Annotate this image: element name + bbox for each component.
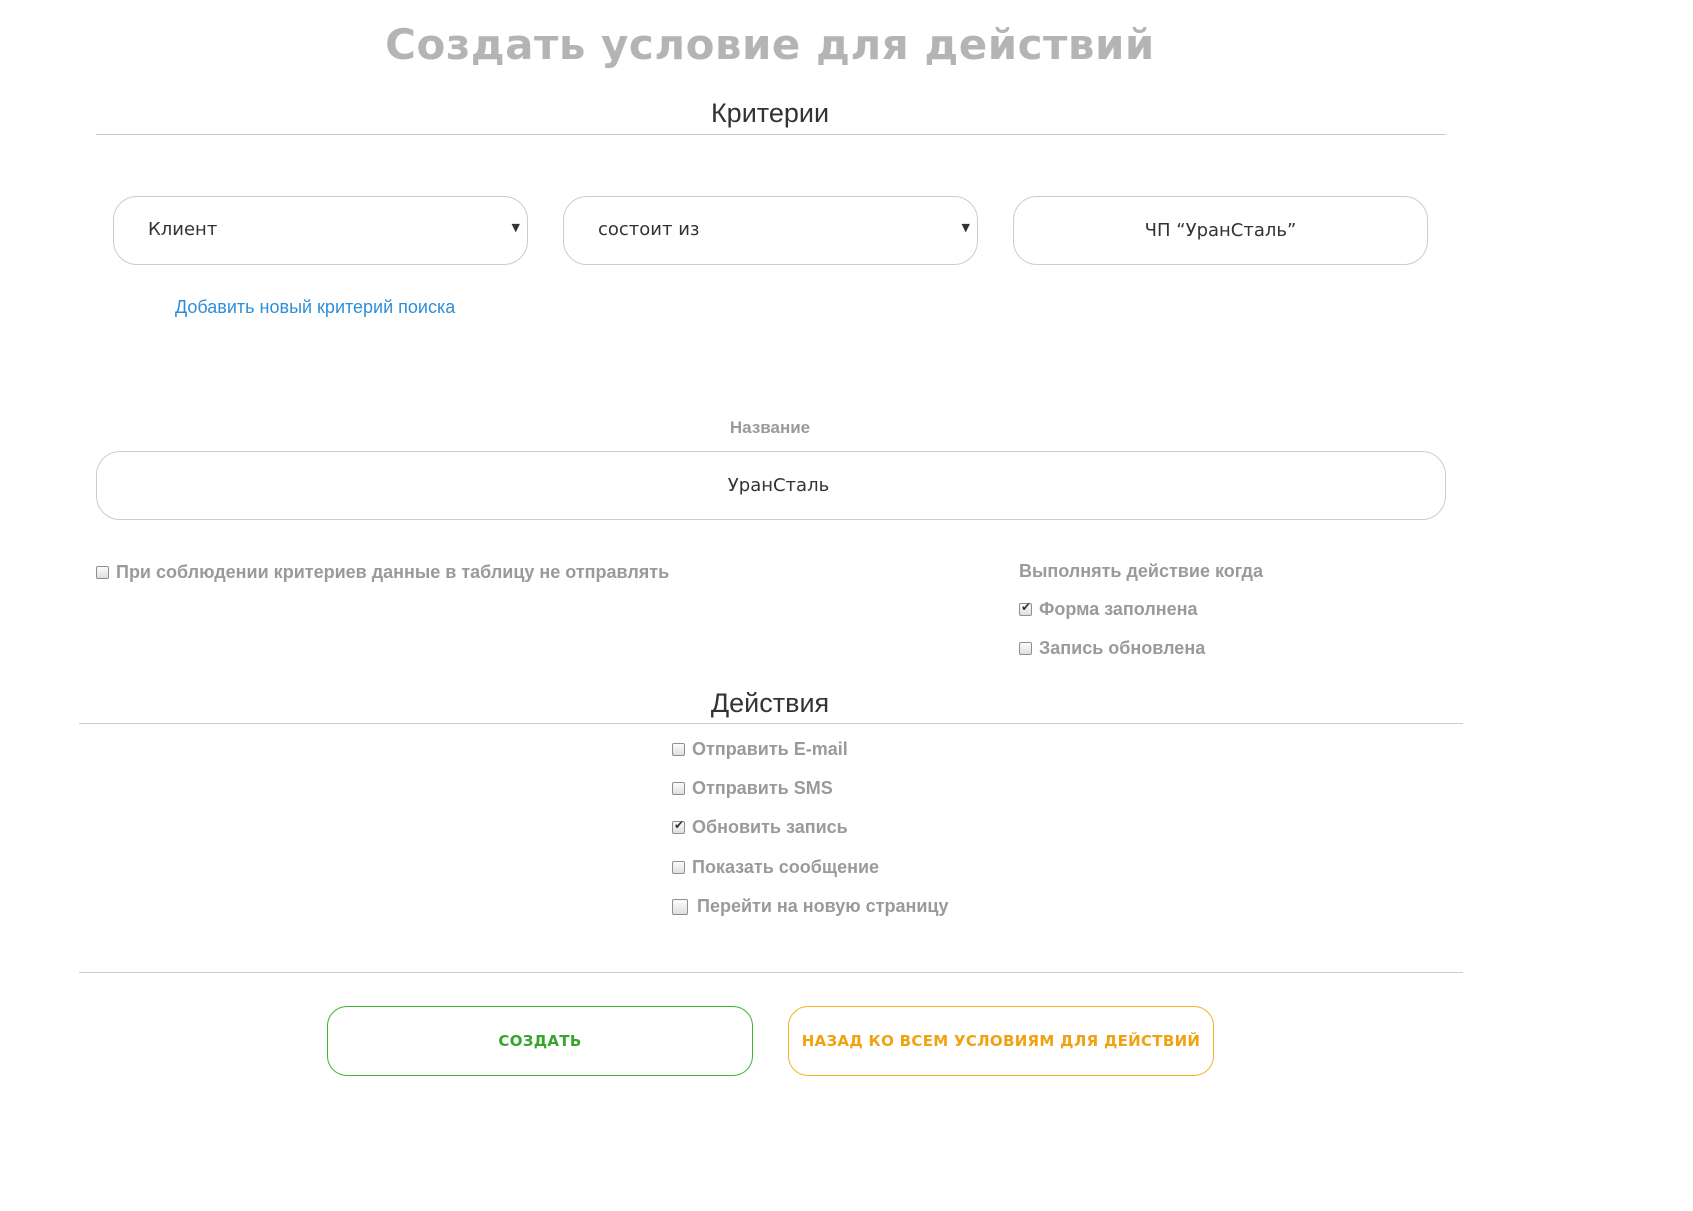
caret-down-icon: ▼	[511, 221, 520, 234]
name-field-label: Название	[729, 418, 811, 437]
send-sms-checkbox[interactable]	[672, 782, 685, 795]
add-criterion-link[interactable]: Добавить новый критерий поиска	[175, 297, 455, 318]
show-message-label: Показать сообщение	[692, 857, 880, 877]
action-show-message[interactable]: Показать сообщение	[672, 857, 879, 878]
criteria-field-select-value: Клиент	[148, 219, 218, 240]
caret-down-icon: ▼	[961, 221, 970, 234]
criteria-section-title: Критерии	[710, 98, 830, 128]
criteria-value-input[interactable]: ЧП “УранСталь”	[1013, 196, 1428, 265]
trigger-heading: Выполнять действие когда	[1019, 561, 1263, 581]
trigger-form-filled[interactable]: Форма заполнена	[1019, 599, 1198, 620]
name-input[interactable]: УранСталь	[96, 451, 1446, 520]
actions-divider	[79, 723, 1463, 724]
action-send-sms[interactable]: Отправить SMS	[672, 778, 833, 799]
page-title: Создать условие для действий	[385, 20, 1155, 69]
go-to-page-label: Перейти на новую страницу	[697, 896, 949, 916]
back-to-conditions-button[interactable]: НАЗАД КО ВСЕМ УСЛОВИЯМ ДЛЯ ДЕЙСТВИЙ	[788, 1006, 1214, 1076]
create-button[interactable]: СОЗДАТЬ	[327, 1006, 753, 1076]
criteria-operator-select-value: состоит из	[598, 219, 700, 240]
no-send-option[interactable]: При соблюдении критериев данные в таблиц…	[96, 562, 669, 583]
send-email-checkbox[interactable]	[672, 743, 685, 756]
trigger-record-updated[interactable]: Запись обновлена	[1019, 638, 1205, 659]
record-updated-checkbox[interactable]	[1019, 642, 1032, 655]
form-filled-checkbox[interactable]	[1019, 600, 1032, 616]
send-email-label: Отправить E-mail	[692, 739, 848, 759]
form-filled-label: Форма заполнена	[1039, 599, 1198, 619]
criteria-value-input-text: ЧП “УранСталь”	[1144, 220, 1297, 241]
send-sms-label: Отправить SMS	[692, 778, 833, 798]
actions-section-title: Действия	[710, 688, 830, 718]
criteria-field-select[interactable]: Клиент ▼	[113, 196, 528, 265]
update-record-label: Обновить запись	[692, 817, 848, 837]
action-update-record[interactable]: Обновить запись	[672, 817, 848, 838]
criteria-operator-select[interactable]: состоит из ▼	[563, 196, 978, 265]
no-send-checkbox[interactable]	[96, 566, 109, 579]
show-message-checkbox[interactable]	[672, 861, 685, 874]
name-input-text: УранСталь	[727, 475, 830, 496]
go-to-page-checkbox[interactable]	[672, 898, 688, 915]
record-updated-label: Запись обновлена	[1039, 638, 1206, 658]
criteria-divider	[96, 134, 1446, 135]
action-send-email[interactable]: Отправить E-mail	[672, 739, 848, 760]
action-go-to-page[interactable]: Перейти на новую страницу	[672, 896, 949, 917]
update-record-checkbox[interactable]	[672, 818, 685, 834]
footer-divider	[79, 972, 1463, 973]
no-send-label: При соблюдении критериев данные в таблиц…	[116, 562, 670, 582]
